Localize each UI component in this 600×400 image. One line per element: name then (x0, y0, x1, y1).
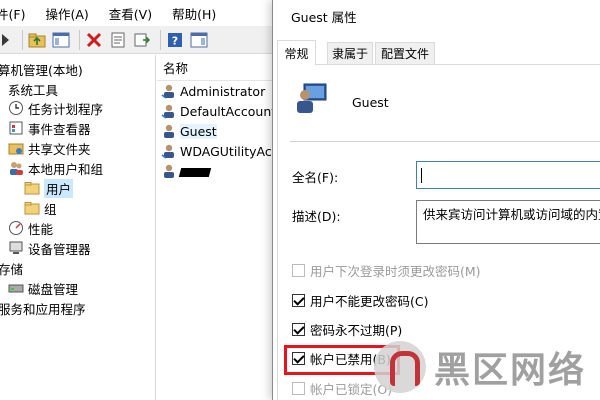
description-field[interactable]: 供来宾访问计算机或访问域的内置 (416, 200, 600, 244)
checkbox-label: 用户下次登录时须更改密码(M) (310, 263, 481, 279)
tree-item-label: 共享文件夹 (28, 141, 91, 157)
redacted-name-block (178, 167, 212, 177)
event-viewer-icon (8, 120, 24, 136)
tab-general[interactable]: 常规 (277, 40, 316, 65)
folder-icon (24, 180, 40, 196)
tree-item-shared-folders[interactable]: 共享文件夹 (8, 138, 91, 158)
menu-view[interactable]: 查看(V) (99, 4, 162, 23)
forward-icon[interactable] (0, 30, 12, 50)
tree-item-device-manager[interactable]: 设备管理器 (8, 238, 91, 258)
list-item-redacted[interactable] (157, 161, 272, 181)
checkbox-must-change-password[interactable]: 用户下次登录时须更改密码(M) (292, 260, 481, 280)
tree-item-event-viewer[interactable]: 事件查看器 (8, 118, 91, 138)
watermark: 黑区网络 (374, 334, 600, 400)
toolbar-separator (160, 29, 161, 50)
list-item[interactable]: WDAGUtilityAcc (157, 141, 272, 161)
checkbox-box (292, 322, 305, 336)
list-item-label: Administrator (180, 83, 266, 99)
column-header-name[interactable]: 名称 (157, 55, 272, 81)
checkbox-box (292, 263, 305, 277)
tree-item-services-apps[interactable]: 服务和应用程序 (0, 298, 86, 318)
tree-item-computer-management[interactable]: 算机管理(本地) (0, 59, 83, 79)
checkbox-label: 用户不能更改密码(C) (310, 293, 429, 309)
list-item[interactable]: Administrator (157, 81, 272, 101)
up-folder-icon[interactable] (27, 30, 47, 50)
list-item-label: Guest (180, 123, 217, 139)
users-icon (8, 160, 24, 176)
tree-item-label: 系统工具 (8, 82, 59, 98)
divider (290, 141, 600, 142)
clock-icon (8, 100, 24, 116)
tab-profile[interactable]: 配置文件 (375, 42, 435, 64)
user-icon (161, 143, 177, 159)
tree-item-label: 任务计划程序 (28, 101, 104, 117)
user-name: Guest (352, 95, 389, 110)
tab-strip: 常规 隶属于 配置文件 (273, 40, 600, 65)
checkbox-box (292, 293, 305, 307)
checkbox-box (292, 381, 305, 395)
users-list: 名称 Administrator DefaultAccount Guest WD… (157, 55, 272, 400)
disk-icon (8, 280, 24, 296)
fullname-label: 全名(F): (292, 170, 339, 185)
folder-icon (24, 200, 40, 216)
svg-text:?: ? (172, 34, 178, 47)
tree-item-storage[interactable]: 存储 (0, 258, 23, 278)
show-hide-console-tree-icon[interactable] (51, 30, 71, 50)
checkbox-cannot-change-password[interactable]: 用户不能更改密码(C) (292, 290, 428, 310)
dialog-title: Guest 属性 (273, 0, 600, 32)
tree-item-label: 用户 (44, 178, 74, 198)
tree-item-label: 事件查看器 (28, 121, 91, 137)
help-icon[interactable]: ? (165, 30, 185, 50)
tree-item-label: 本地用户和组 (28, 161, 104, 177)
list-item-label: WDAGUtilityAcc (180, 143, 272, 159)
fullname-field[interactable] (416, 161, 600, 189)
user-icon (161, 103, 177, 119)
tree-item-label: 存储 (0, 261, 24, 277)
user-large-icon (294, 81, 328, 115)
tree-item-system-tools[interactable]: 系统工具 (8, 79, 58, 99)
tree-item-disk-management[interactable]: 磁盘管理 (8, 278, 78, 298)
user-icon (161, 163, 177, 179)
tree-item-local-users-groups[interactable]: 本地用户和组 (8, 158, 103, 178)
tree-item-performance[interactable]: 性能 (8, 218, 53, 238)
export-list-icon[interactable] (132, 30, 152, 50)
console-tree: 算机管理(本地) 系统工具 任务计划程序 事件查看器 共享文件夹 本地用户和组 … (0, 55, 156, 400)
tree-item-label: 组 (44, 201, 57, 217)
text-caret (421, 168, 422, 183)
tree-item-groups[interactable]: 组 (24, 198, 57, 218)
tree-item-label: 设备管理器 (28, 241, 91, 257)
menu-action[interactable]: 操作(A) (35, 4, 98, 23)
user-icon (161, 83, 177, 99)
tree-item-task-scheduler[interactable]: 任务计划程序 (8, 98, 103, 118)
list-item[interactable]: DefaultAccount (157, 101, 272, 121)
toolbar-separator (22, 29, 23, 50)
tab-member-of[interactable]: 隶属于 (327, 42, 373, 64)
shared-folder-icon (8, 140, 24, 156)
menu-file[interactable]: 件(F) (0, 4, 35, 23)
tree-item-label: 性能 (28, 221, 54, 237)
show-hide-action-pane-icon[interactable] (189, 30, 209, 50)
menu-help[interactable]: 帮助(H) (162, 4, 226, 23)
tree-item-label: 算机管理(本地) (0, 62, 83, 78)
watermark-text: 黑区网络 (434, 350, 587, 391)
user-icon (161, 123, 177, 139)
tree-item-label: 磁盘管理 (28, 281, 79, 297)
tree-item-users[interactable]: 用户 (24, 178, 74, 198)
device-manager-icon (8, 240, 24, 256)
list-item-label: DefaultAccount (180, 103, 272, 119)
properties-icon[interactable] (108, 30, 128, 50)
delete-icon[interactable] (84, 30, 104, 50)
performance-icon (8, 220, 24, 236)
watermark-logo-icon (374, 341, 426, 393)
toolbar-separator (79, 29, 80, 50)
list-item[interactable]: Guest (157, 121, 272, 141)
description-label: 描述(D): (292, 209, 341, 224)
tree-item-label: 服务和应用程序 (0, 301, 86, 317)
